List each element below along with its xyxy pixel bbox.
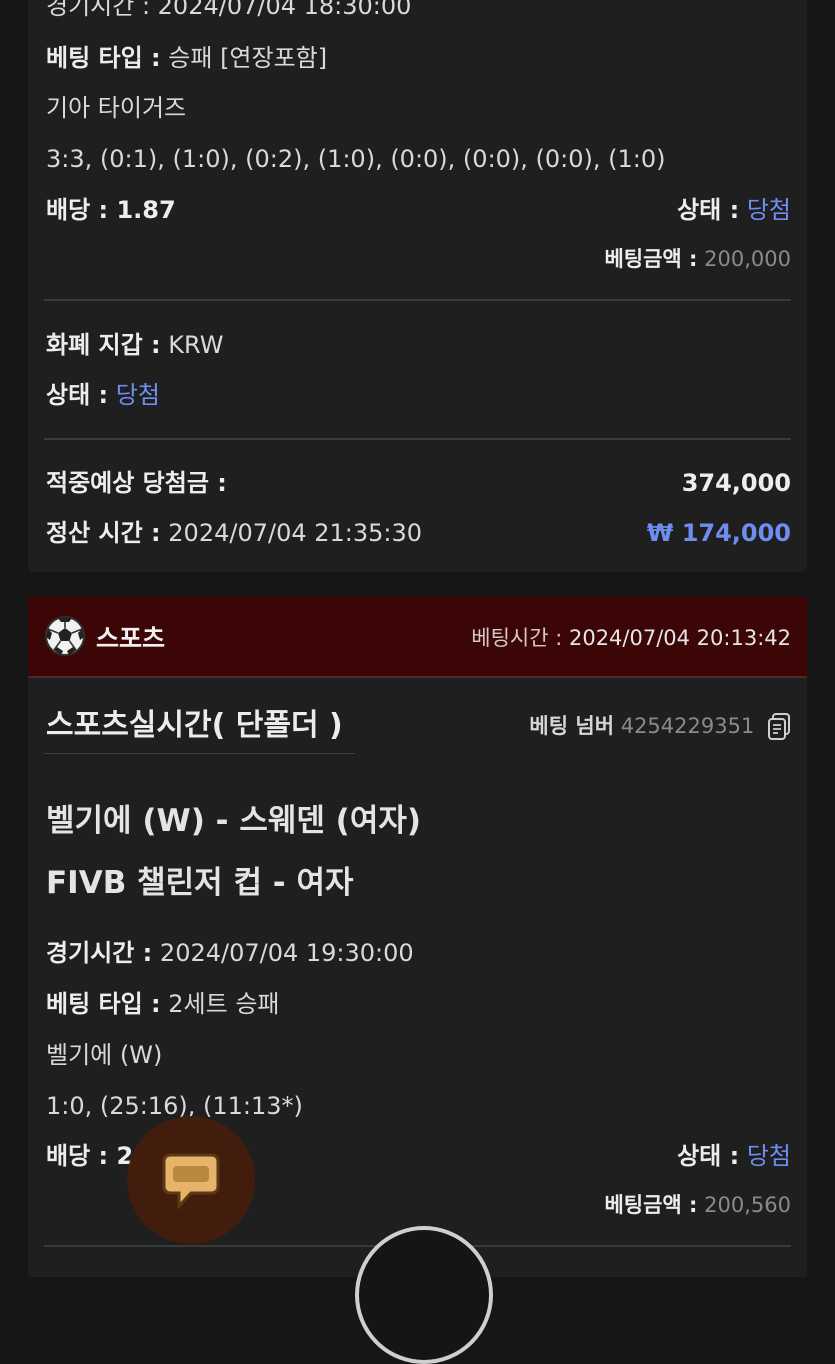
settle-amount: ₩ 174,000 [646, 519, 791, 547]
wallet-value: KRW [168, 331, 224, 359]
odds-status-row: 배당 : 1.87 상태 : 당첨 [46, 195, 791, 225]
bet-number-value: 4254229351 [620, 714, 755, 738]
divider [44, 438, 791, 440]
amount-label-2: 베팅금액 : [604, 1193, 698, 1217]
status-label: 상태 : [677, 196, 740, 224]
game-time-label: 경기시간 : [46, 939, 153, 967]
bet-type-label: 베팅 타입 : [46, 44, 161, 72]
score: 3:3, (0:1), (1:0), (0:2), (1:0), (0:0), … [46, 145, 666, 173]
chat-button[interactable] [127, 1116, 255, 1244]
summary-status-label: 상태 : [46, 381, 109, 409]
divider [44, 299, 791, 301]
league-name: FIVB 챌린저 컵 - 여자 [46, 865, 354, 901]
status-value-2: 당첨 [746, 1142, 791, 1170]
subcategory-title: 스포츠실시간( 단폴더 ) [46, 708, 343, 743]
bet-time-label: 베팅시간 : [471, 626, 563, 650]
scroll-top-button[interactable] [355, 1226, 493, 1364]
pick: 기아 타이거즈 [46, 94, 187, 122]
soccer-ball-icon [45, 616, 85, 656]
settle-value: 2024/07/04 21:35:30 [168, 519, 423, 547]
sport-category: 스포츠 [96, 624, 166, 653]
expected-label: 적중예상 당첨금 : [46, 469, 227, 497]
card-header: 스포츠 베팅시간 : 2024/07/04 20:13:42 [28, 597, 807, 678]
score-2: 1:0, (25:16), (11:13*) [46, 1092, 303, 1120]
bet-time-value: 2024/07/04 20:13:42 [568, 626, 791, 650]
amount-value-2: 200,560 [704, 1193, 791, 1217]
summary-status-value: 당첨 [115, 381, 160, 409]
chat-bubble-icon [162, 1153, 220, 1210]
bet-number-label: 베팅 넘버 [529, 714, 615, 738]
bet-time: 베팅시간 : 2024/07/04 20:13:42 [471, 622, 791, 652]
amount-value: 200,000 [704, 247, 791, 271]
game-time-cut: 경기시간 : 2024/07/04 18:30:00 [46, 0, 412, 20]
amount-label: 베팅금액 : [604, 247, 698, 271]
match-title: 벨기에 (W) - 스웨덴 (여자) [46, 803, 422, 839]
settle-row: 정산 시간 : 2024/07/04 21:35:30 ₩ 174,000 [46, 518, 791, 548]
copy-icon[interactable] [767, 713, 791, 741]
game-time-row: 경기시간 : 2024/07/04 19:30:00 [46, 938, 791, 968]
odds: 배당 : 1.87 [46, 196, 176, 224]
subcategory-underline [44, 753, 355, 754]
pick-2: 벨기에 (W) [46, 1041, 163, 1069]
status-label-2: 상태 : [677, 1142, 740, 1170]
status-value: 당첨 [746, 196, 791, 224]
bet-type-value: 승패 [연장포함] [168, 44, 328, 72]
wallet-row: 화폐 지갑 : KRW [46, 330, 791, 360]
expected-value: 374,000 [681, 469, 791, 497]
odds-2: 배당 : 2 [46, 1142, 134, 1170]
bet-type-label-2: 베팅 타입 : [46, 990, 161, 1018]
wallet-label: 화폐 지갑 : [46, 331, 161, 359]
settle-label: 정산 시간 : [46, 519, 161, 547]
bet-type-value-2: 2세트 승패 [168, 990, 280, 1018]
bet-type-row-2: 베팅 타입 : 2세트 승패 [46, 989, 791, 1019]
bet-number: 베팅 넘버 4254229351 [529, 710, 791, 741]
expected-win-row: 적중예상 당첨금 : 374,000 [46, 468, 791, 498]
game-time-value: 2024/07/04 19:30:00 [159, 939, 414, 967]
summary-status-row: 상태 : 당첨 [46, 380, 791, 410]
bet-type-row: 베팅 타입 : 승패 [연장포함] [46, 43, 791, 73]
